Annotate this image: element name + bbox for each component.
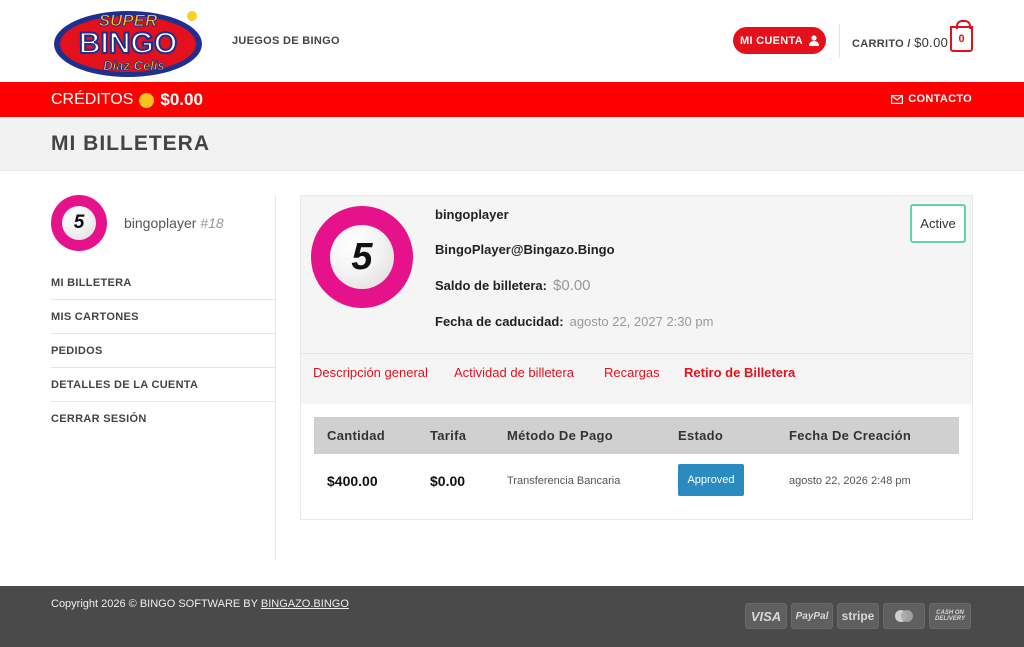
account-sidebar: 5 bingoplayer #18 MI BILLETERA MIS CARTO… xyxy=(51,195,275,436)
credits-bar: CRÉDITOS $0.00 CONTACTO xyxy=(0,82,1024,117)
cell-date: agosto 22, 2026 2:48 pm xyxy=(789,475,911,487)
tabs-divider xyxy=(301,353,972,354)
wallet-username: bingoplayer xyxy=(435,207,509,222)
sidebar-item-orders[interactable]: PEDIDOS xyxy=(51,334,275,368)
user-summary: 5 bingoplayer #18 xyxy=(51,195,275,251)
coin-icon xyxy=(139,92,155,108)
sidebar-item-wallet[interactable]: MI BILLETERA xyxy=(51,266,275,300)
column-header-fee: Tarifa xyxy=(430,428,467,443)
sidebar-item-account-details[interactable]: DETALLES DE LA CUENTA xyxy=(51,368,275,402)
status-badge: Active xyxy=(910,204,966,243)
header-divider xyxy=(839,24,840,58)
sidebar-divider xyxy=(275,195,276,560)
wallet-panel: 5 bingoplayer BingoPlayer@Bingazo.Bingo … xyxy=(300,195,973,520)
stripe-icon: stripe xyxy=(837,603,879,629)
title-band: MI BILLETERA xyxy=(0,117,1024,171)
wallet-balance: Saldo de billetera: $0.00 xyxy=(435,277,591,294)
footer-link[interactable]: BINGAZO.BINGO xyxy=(261,598,349,610)
page-title: MI BILLETERA xyxy=(51,132,210,155)
contact-label: CONTACTO xyxy=(908,93,972,105)
contact-link[interactable]: CONTACTO xyxy=(891,93,972,105)
wallet-avatar: 5 xyxy=(311,206,413,308)
nav-games-link[interactable]: JUEGOS DE BINGO xyxy=(232,35,340,47)
column-header-amount: Cantidad xyxy=(327,428,386,443)
credits-display: CRÉDITOS $0.00 xyxy=(51,90,203,110)
tab-withdrawal[interactable]: Retiro de Billetera xyxy=(684,365,795,380)
withdrawals-table: Cantidad Tarifa Método De Pago Estado Fe… xyxy=(301,404,972,519)
balance-value: $0.00 xyxy=(552,277,591,294)
envelope-icon xyxy=(891,94,904,104)
cell-fee: $0.00 xyxy=(430,473,466,489)
wallet-email: BingoPlayer@Bingazo.Bingo xyxy=(435,242,615,257)
cash-on-delivery-icon: CASH ON DELIVERY xyxy=(929,603,971,629)
user-id: #18 xyxy=(200,215,224,231)
column-header-method: Método De Pago xyxy=(507,428,614,443)
credits-label: CRÉDITOS xyxy=(51,91,134,108)
column-header-status: Estado xyxy=(678,428,724,443)
table-header: Cantidad Tarifa Método De Pago Estado Fe… xyxy=(314,417,959,454)
site-footer: Copyright 2026 © BINGO SOFTWARE BY BINGA… xyxy=(0,586,1024,647)
svg-text:Diaz Celis: Diaz Celis xyxy=(103,58,164,73)
column-header-date: Fecha De Creación xyxy=(789,428,912,443)
avatar-number: 5 xyxy=(62,206,96,240)
copyright-text: Copyright 2026 © BINGO SOFTWARE BY BINGA… xyxy=(51,598,349,610)
cart-count-icon[interactable]: 0 xyxy=(950,20,973,52)
site-header: SUPER BINGO Diaz Celis JUEGOS DE BINGO M… xyxy=(0,0,1024,82)
visa-icon: VISA xyxy=(745,603,787,629)
user-avatar: 5 xyxy=(51,195,107,251)
expiry-value: agosto 22, 2027 2:30 pm xyxy=(569,314,714,329)
username-text: bingoplayer xyxy=(124,215,197,231)
expiry-label: Fecha de caducidad: xyxy=(435,314,564,329)
cart-amount: $0.00 xyxy=(914,35,949,50)
cart-link[interactable]: CARRITO / $0.00 xyxy=(852,35,948,50)
site-logo[interactable]: SUPER BINGO Diaz Celis xyxy=(52,4,204,80)
wallet-expiry: Fecha de caducidad: agosto 22, 2027 2:30 … xyxy=(435,314,713,329)
sidebar-item-cards[interactable]: MIS CARTONES xyxy=(51,300,275,334)
my-account-button[interactable]: MI CUENTA xyxy=(733,27,826,54)
tab-topups[interactable]: Recargas xyxy=(604,365,660,380)
cell-amount: $400.00 xyxy=(327,473,378,489)
tab-wallet-activity[interactable]: Actividad de billetera xyxy=(454,365,574,380)
cart-label: CARRITO / xyxy=(852,38,911,50)
user-icon xyxy=(809,35,819,46)
sidebar-username: bingoplayer #18 xyxy=(124,215,224,231)
sidebar-item-logout[interactable]: CERRAR SESIÓN xyxy=(51,402,275,436)
mastercard-icon xyxy=(883,603,925,629)
sidebar-menu: MI BILLETERA MIS CARTONES PEDIDOS DETALL… xyxy=(51,266,275,436)
cell-method: Transferencia Bancaria xyxy=(507,475,621,487)
wallet-avatar-number: 5 xyxy=(330,225,394,289)
tab-overview[interactable]: Descripción general xyxy=(313,365,428,380)
credits-value: $0.00 xyxy=(160,90,203,109)
svg-text:BINGO: BINGO xyxy=(79,27,177,60)
paypal-icon: PayPal xyxy=(791,603,833,629)
balance-label: Saldo de billetera: xyxy=(435,278,547,293)
status-approved-badge: Approved xyxy=(678,464,744,496)
my-account-label: MI CUENTA xyxy=(740,34,803,47)
